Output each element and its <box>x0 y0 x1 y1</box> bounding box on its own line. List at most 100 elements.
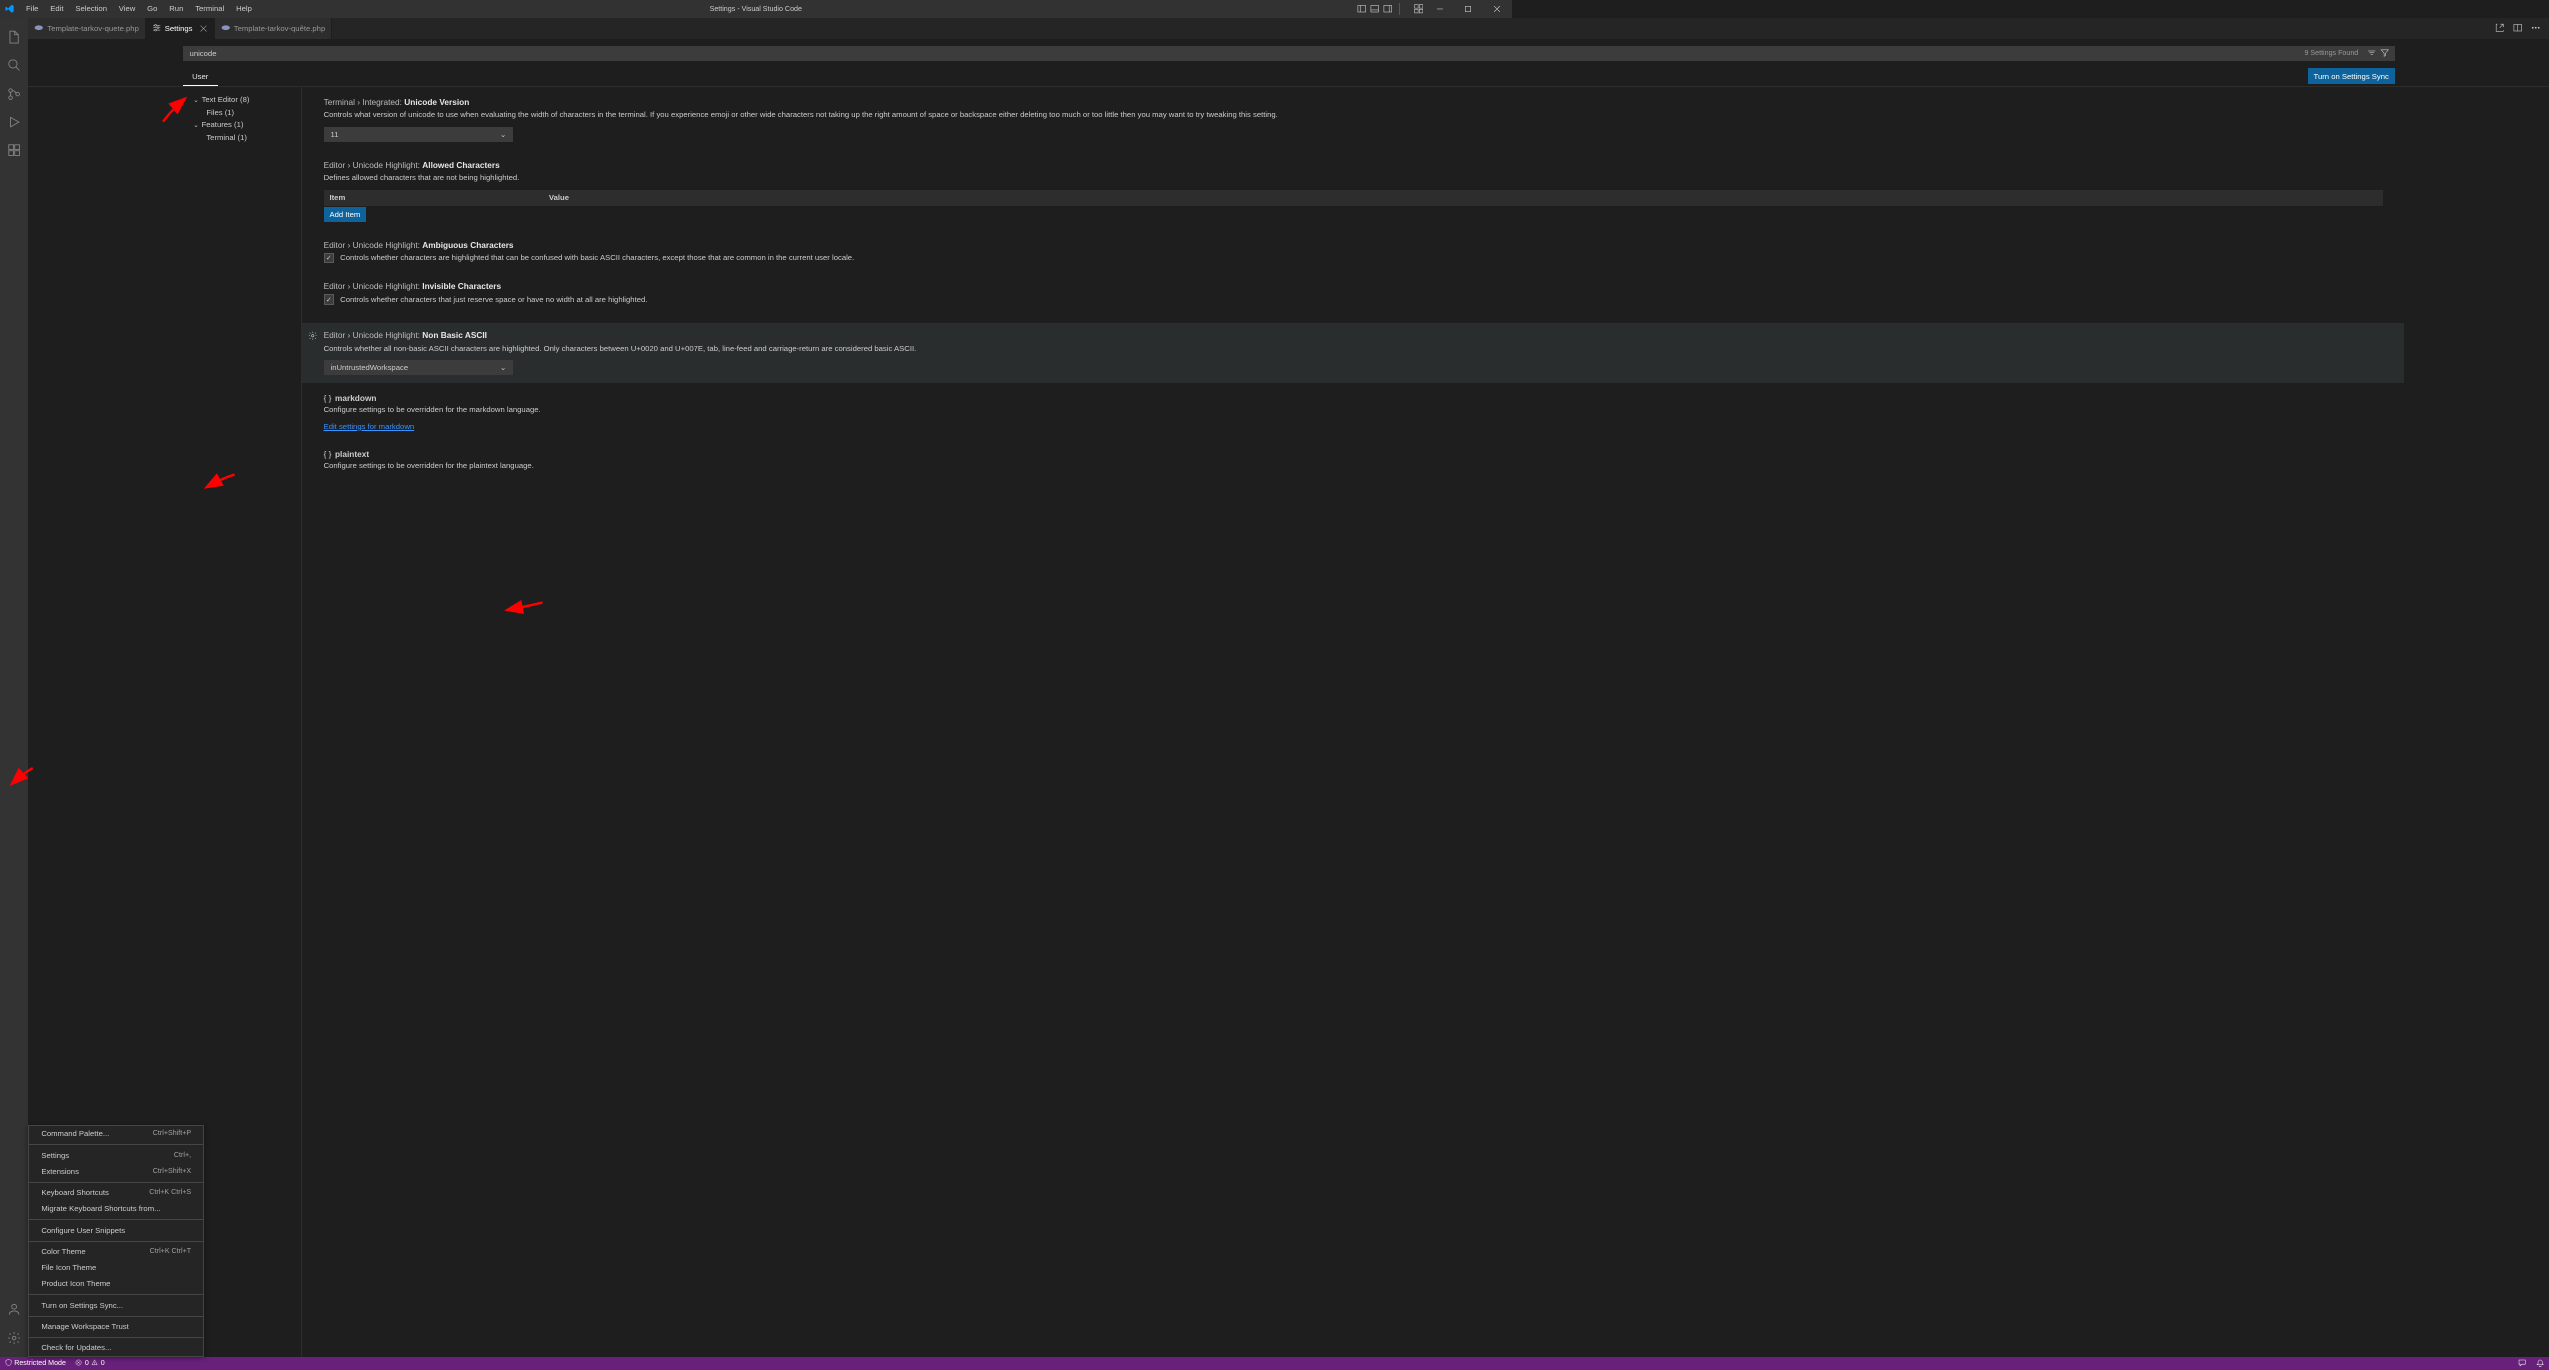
braces-icon: { } <box>324 449 332 459</box>
ctx-check-updates[interactable]: Check for Updates... <box>29 1340 203 1356</box>
window-close-button[interactable] <box>1483 0 1510 18</box>
setting-non-basic-ascii: Editor › Unicode Highlight: Non Basic AS… <box>302 323 2404 382</box>
shield-icon <box>5 1359 12 1368</box>
tab-template-quete-accent[interactable]: Template-tarkov-quête.php <box>215 18 332 39</box>
activity-search-icon[interactable] <box>0 51 28 79</box>
menu-terminal[interactable]: Terminal <box>190 0 229 18</box>
menu-help[interactable]: Help <box>231 0 256 18</box>
setting-lang-plaintext: { } plaintext Configure settings to be o… <box>324 449 2383 472</box>
tab-close-icon[interactable] <box>198 23 207 32</box>
activity-explorer-icon[interactable] <box>0 23 28 51</box>
setting-allowed-characters: Editor › Unicode Highlight: Allowed Char… <box>324 160 2383 222</box>
toc-features[interactable]: ⌄Features (1) <box>189 118 302 131</box>
ctx-separator <box>29 1337 203 1338</box>
annotation-arrow <box>160 95 196 125</box>
setting-invisible-characters: Editor › Unicode Highlight: Invisible Ch… <box>324 281 2383 305</box>
status-feedback-icon[interactable] <box>2513 1357 2531 1370</box>
ctx-separator <box>29 1182 203 1183</box>
activity-account-icon[interactable] <box>0 1295 28 1323</box>
tab-settings[interactable]: Settings <box>146 18 215 39</box>
editor-tabs-bar: Template-tarkov-quete.php Settings Templ… <box>28 18 2549 39</box>
activity-bar <box>0 18 28 1357</box>
php-file-icon <box>221 23 230 32</box>
settings-search-box[interactable]: 9 Settings Found <box>183 46 2395 61</box>
toc-files[interactable]: Files (1) <box>189 106 302 119</box>
tab-label: Template-tarkov-quete.php <box>47 24 138 33</box>
chevron-down-icon: ⌄ <box>500 363 506 372</box>
layout-panel-icon[interactable] <box>1368 3 1380 15</box>
tab-template-quete[interactable]: Template-tarkov-quete.php <box>28 18 145 39</box>
add-item-button[interactable]: Add Item <box>324 207 367 222</box>
turn-on-settings-sync-button[interactable]: Turn on Settings Sync <box>2308 68 2395 84</box>
more-actions-icon[interactable] <box>2529 22 2542 35</box>
ctx-separator <box>29 1219 203 1220</box>
ctx-user-snippets[interactable]: Configure User Snippets <box>29 1222 203 1238</box>
activity-manage-icon[interactable] <box>0 1324 28 1352</box>
warning-icon <box>91 1359 98 1368</box>
open-settings-json-icon[interactable] <box>2493 22 2506 35</box>
activity-debug-icon[interactable] <box>0 108 28 136</box>
menu-selection[interactable]: Selection <box>71 0 112 18</box>
invisible-checkbox[interactable]: ✓ <box>324 294 335 305</box>
ctx-separator <box>29 1241 203 1242</box>
ctx-separator <box>29 1144 203 1145</box>
vscode-logo-icon <box>5 4 14 13</box>
ambiguous-checkbox[interactable]: ✓ <box>324 253 335 264</box>
ctx-settings[interactable]: SettingsCtrl+, <box>29 1147 203 1163</box>
activity-scm-icon[interactable] <box>0 79 28 107</box>
layout-sidebar-left-icon[interactable] <box>1355 3 1367 15</box>
manage-context-menu: Command Palette...Ctrl+Shift+P SettingsC… <box>28 1125 204 1357</box>
window-maximize-button[interactable] <box>1455 0 1482 18</box>
menu-go[interactable]: Go <box>142 0 162 18</box>
annotation-arrow <box>504 599 546 617</box>
status-restricted-mode[interactable]: Restricted Mode <box>0 1357 71 1370</box>
ctx-separator <box>29 1316 203 1317</box>
ctx-keyboard-shortcuts[interactable]: Keyboard ShortcutsCtrl+K Ctrl+S <box>29 1185 203 1201</box>
setting-terminal-unicode-version: Terminal › Integrated: Unicode Version C… <box>324 97 2383 142</box>
ctx-settings-sync[interactable]: Turn on Settings Sync... <box>29 1297 203 1313</box>
annotation-arrow <box>6 765 36 789</box>
settings-content[interactable]: Terminal › Integrated: Unicode Version C… <box>301 87 2549 1357</box>
non-basic-ascii-select[interactable]: inUntrustedWorkspace ⌄ <box>324 360 514 375</box>
ctx-color-theme[interactable]: Color ThemeCtrl+K Ctrl+T <box>29 1244 203 1260</box>
settings-tab-icon <box>152 23 161 32</box>
toc-text-editor[interactable]: ⌄Text Editor (8) <box>189 93 302 106</box>
menu-view[interactable]: View <box>114 0 140 18</box>
ctx-extensions[interactable]: ExtensionsCtrl+Shift+X <box>29 1163 203 1179</box>
title-bar: File Edit Selection View Go Run Terminal… <box>0 0 1512 18</box>
menu-run[interactable]: Run <box>165 0 189 18</box>
setting-ambiguous-characters: Editor › Unicode Highlight: Ambiguous Ch… <box>324 240 2383 264</box>
setting-gear-icon[interactable] <box>308 331 317 342</box>
settings-editor: 9 Settings Found User Turn on Settings S… <box>28 39 2549 1357</box>
error-icon <box>75 1359 82 1368</box>
menu-edit[interactable]: Edit <box>46 0 69 18</box>
kv-table-header: Item Value <box>324 190 2383 206</box>
ctx-separator <box>29 1294 203 1295</box>
ctx-file-icon-theme[interactable]: File Icon Theme <box>29 1260 203 1276</box>
status-notifications-icon[interactable] <box>2531 1357 2549 1370</box>
status-problems[interactable]: 0 0 <box>71 1357 110 1370</box>
window-minimize-button[interactable] <box>1426 0 1453 18</box>
ctx-workspace-trust[interactable]: Manage Workspace Trust <box>29 1318 203 1334</box>
chevron-down-icon: ⌄ <box>500 130 506 139</box>
tab-label: Settings <box>165 24 193 33</box>
settings-search-input[interactable] <box>190 49 2388 58</box>
php-file-icon <box>34 23 43 32</box>
split-editor-icon[interactable] <box>2511 22 2524 35</box>
clear-search-icon[interactable] <box>2367 48 2376 59</box>
ctx-command-palette[interactable]: Command Palette...Ctrl+Shift+P <box>29 1126 203 1142</box>
settings-found-label: 9 Settings Found <box>2304 49 2358 57</box>
edit-markdown-settings-link[interactable]: Edit settings for markdown <box>324 422 415 431</box>
menu-file[interactable]: File <box>21 0 43 18</box>
layout-sidebar-right-icon[interactable] <box>1381 3 1393 15</box>
terminal-unicode-select[interactable]: 11 ⌄ <box>324 127 514 142</box>
settings-scope-user[interactable]: User <box>183 67 218 86</box>
activity-extensions-icon[interactable] <box>0 136 28 164</box>
filter-icon[interactable] <box>2380 48 2389 59</box>
setting-lang-markdown: { } markdown Configure settings to be ov… <box>324 393 2383 431</box>
window-title: Settings - Visual Studio Code <box>710 5 802 13</box>
toc-terminal[interactable]: Terminal (1) <box>189 131 302 144</box>
customize-layout-icon[interactable] <box>1412 2 1425 15</box>
ctx-migrate-shortcuts[interactable]: Migrate Keyboard Shortcuts from... <box>29 1201 203 1217</box>
ctx-product-icon-theme[interactable]: Product Icon Theme <box>29 1276 203 1292</box>
